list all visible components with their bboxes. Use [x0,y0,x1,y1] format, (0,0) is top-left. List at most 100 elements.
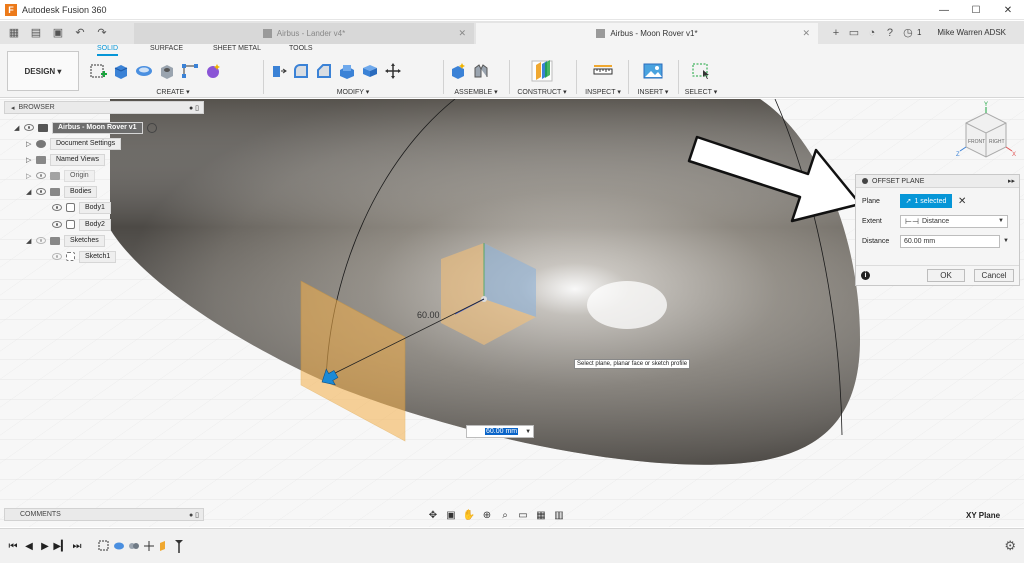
timeline-settings-gear-icon[interactable]: ⚙ [1004,538,1016,554]
chevron-down-icon[interactable]: ▼ [1003,238,1009,244]
close-icon[interactable]: ✕ [458,28,466,39]
browser-item-document-settings[interactable]: ▷ Document Settings [26,137,122,150]
visibility-eye-icon[interactable] [36,237,46,244]
clear-selection-icon[interactable]: ✕ [958,196,966,207]
expand-triangle-icon[interactable]: ▷ [26,172,34,180]
visibility-eye-icon[interactable] [52,221,62,228]
canvas-viewport[interactable]: 60.00 FRONT RIGHT Z Y X [0,99,1024,527]
extent-dropdown[interactable]: ⊢⊣ Distance ▼ [900,214,1008,228]
timeline-plane-icon[interactable] [157,539,171,553]
tab-moon-rover[interactable]: Airbus - Moon Rover v1* ✕ [476,23,818,44]
new-tab-icon[interactable]: + [827,25,845,41]
extensions-icon[interactable]: ◔ [863,25,881,41]
display-settings-icon[interactable]: ▭ [516,509,530,521]
maximize-button[interactable]: ☐ [960,0,992,20]
shell-icon[interactable] [337,61,357,81]
distance-input[interactable]: 60.00 mm [900,234,1000,248]
visibility-eye-icon[interactable] [36,188,46,195]
browser-header[interactable]: ◂ BROWSER ● ▯ [4,101,204,114]
visibility-eye-icon[interactable] [52,253,62,260]
timeline-revolve-icon[interactable] [112,539,126,553]
dialog-header[interactable]: OFFSET PLANE ▸▸ [856,175,1019,188]
grid-settings-icon[interactable]: ▦ [534,509,548,521]
combine-icon[interactable] [360,61,380,81]
browser-item-body2[interactable]: Body2 [52,218,111,231]
insert-image-icon[interactable] [643,61,663,81]
select-window-icon[interactable] [691,61,711,81]
visibility-eye-icon[interactable] [36,172,46,179]
fillet-icon[interactable] [291,61,311,81]
browser-item-sketch1[interactable]: Sketch1 [52,250,117,263]
orbit-icon[interactable]: ✥ [426,509,440,521]
workspace-switcher[interactable]: DESIGN ▾ [7,51,79,91]
help-icon[interactable]: ? [881,25,899,41]
grid-menu-icon[interactable]: ▦ [6,25,22,41]
save-icon[interactable]: ▣ [50,25,66,41]
browser-item-sketches[interactable]: ◢ Sketches [26,234,105,247]
modify-menu[interactable]: MODIFY ▾ [268,88,438,96]
select-menu[interactable]: SELECT ▾ [682,88,720,96]
offset-plane-icon[interactable] [529,58,555,84]
redo-icon[interactable]: ↷ [94,25,110,41]
new-component-icon[interactable] [448,61,468,81]
create-sketch-icon[interactable] [88,61,108,81]
go-to-end-icon[interactable]: ⏭ [70,539,84,553]
comments-panel[interactable]: COMMENTS ● ▯ [4,508,204,521]
tab-lander[interactable]: Airbus - Lander v4* ✕ [134,23,474,44]
revolve-icon[interactable] [134,61,154,81]
visibility-eye-icon[interactable] [52,204,62,211]
collapse-triangle-icon[interactable]: ◢ [26,188,34,196]
expand-triangle-icon[interactable]: ▷ [26,140,34,148]
expand-triangle-icon[interactable]: ▷ [26,156,34,164]
tab-solid[interactable]: SOLID [97,45,119,56]
go-to-start-icon[interactable]: ⏮ [6,539,20,553]
chat-icon[interactable]: ▭ [845,25,863,41]
tab-surface[interactable]: SURFACE [150,45,183,54]
move-copy-icon[interactable] [383,61,403,81]
timeline-sketch-icon[interactable] [97,539,111,553]
tab-sheet-metal[interactable]: SHEET METAL [213,45,261,54]
file-icon[interactable]: ▤ [28,25,44,41]
dimension-input-value[interactable]: 60.00 mm [485,428,519,435]
panel-controls-icon[interactable]: ● ▯ [189,104,199,112]
timeline-split-icon[interactable] [127,539,141,553]
collapse-triangle-icon[interactable]: ◢ [26,237,34,245]
pan-icon[interactable]: ✋ [462,509,476,521]
browser-item-body1[interactable]: Body1 [52,201,111,214]
browser-item-named-views[interactable]: ▷ Named Views [26,153,106,166]
expand-dialog-icon[interactable]: ▸▸ [1008,177,1015,185]
user-name[interactable]: Mike Warren ADSK [937,28,1006,37]
close-window-button[interactable]: ✕ [992,0,1024,20]
cancel-button[interactable]: Cancel [974,269,1014,282]
zoom-icon[interactable]: ⊕ [480,509,494,521]
measure-icon[interactable] [593,61,613,81]
collapse-icon[interactable]: ◂ [11,104,15,112]
visibility-eye-icon[interactable] [24,124,34,131]
joint-icon[interactable] [471,61,491,81]
browser-item-bodies[interactable]: ◢ Bodies [26,185,98,198]
info-icon[interactable]: i [861,271,870,280]
extrude-icon[interactable] [111,61,131,81]
collapse-triangle-icon[interactable]: ◢ [14,124,22,132]
fit-icon[interactable]: ⌕ [498,509,512,521]
step-forward-icon[interactable]: ▶▎ [53,539,68,553]
undo-icon[interactable]: ↶ [72,25,88,41]
browser-item-origin[interactable]: ▷ Origin [26,169,95,182]
timeline-move-icon[interactable] [142,539,156,553]
tab-tools[interactable]: TOOLS [289,45,313,54]
press-pull-icon[interactable] [268,61,288,81]
close-icon[interactable]: ✕ [802,28,810,39]
chamfer-icon[interactable] [314,61,334,81]
hole-icon[interactable] [157,61,177,81]
job-status-icon[interactable]: ◷ [899,25,917,41]
construct-menu[interactable]: CONSTRUCT ▾ [514,88,570,96]
create-form-icon[interactable] [203,61,223,81]
panel-controls-icon[interactable]: ● ▯ [189,511,199,519]
viewports-icon[interactable]: ▥ [552,509,566,521]
play-icon[interactable]: ▶ [38,539,52,553]
insert-menu[interactable]: INSERT ▾ [632,88,674,96]
timeline-marker-icon[interactable] [172,539,186,553]
activate-radio-icon[interactable] [146,122,157,133]
look-at-icon[interactable]: ▣ [444,509,458,521]
assemble-menu[interactable]: ASSEMBLE ▾ [448,88,504,96]
